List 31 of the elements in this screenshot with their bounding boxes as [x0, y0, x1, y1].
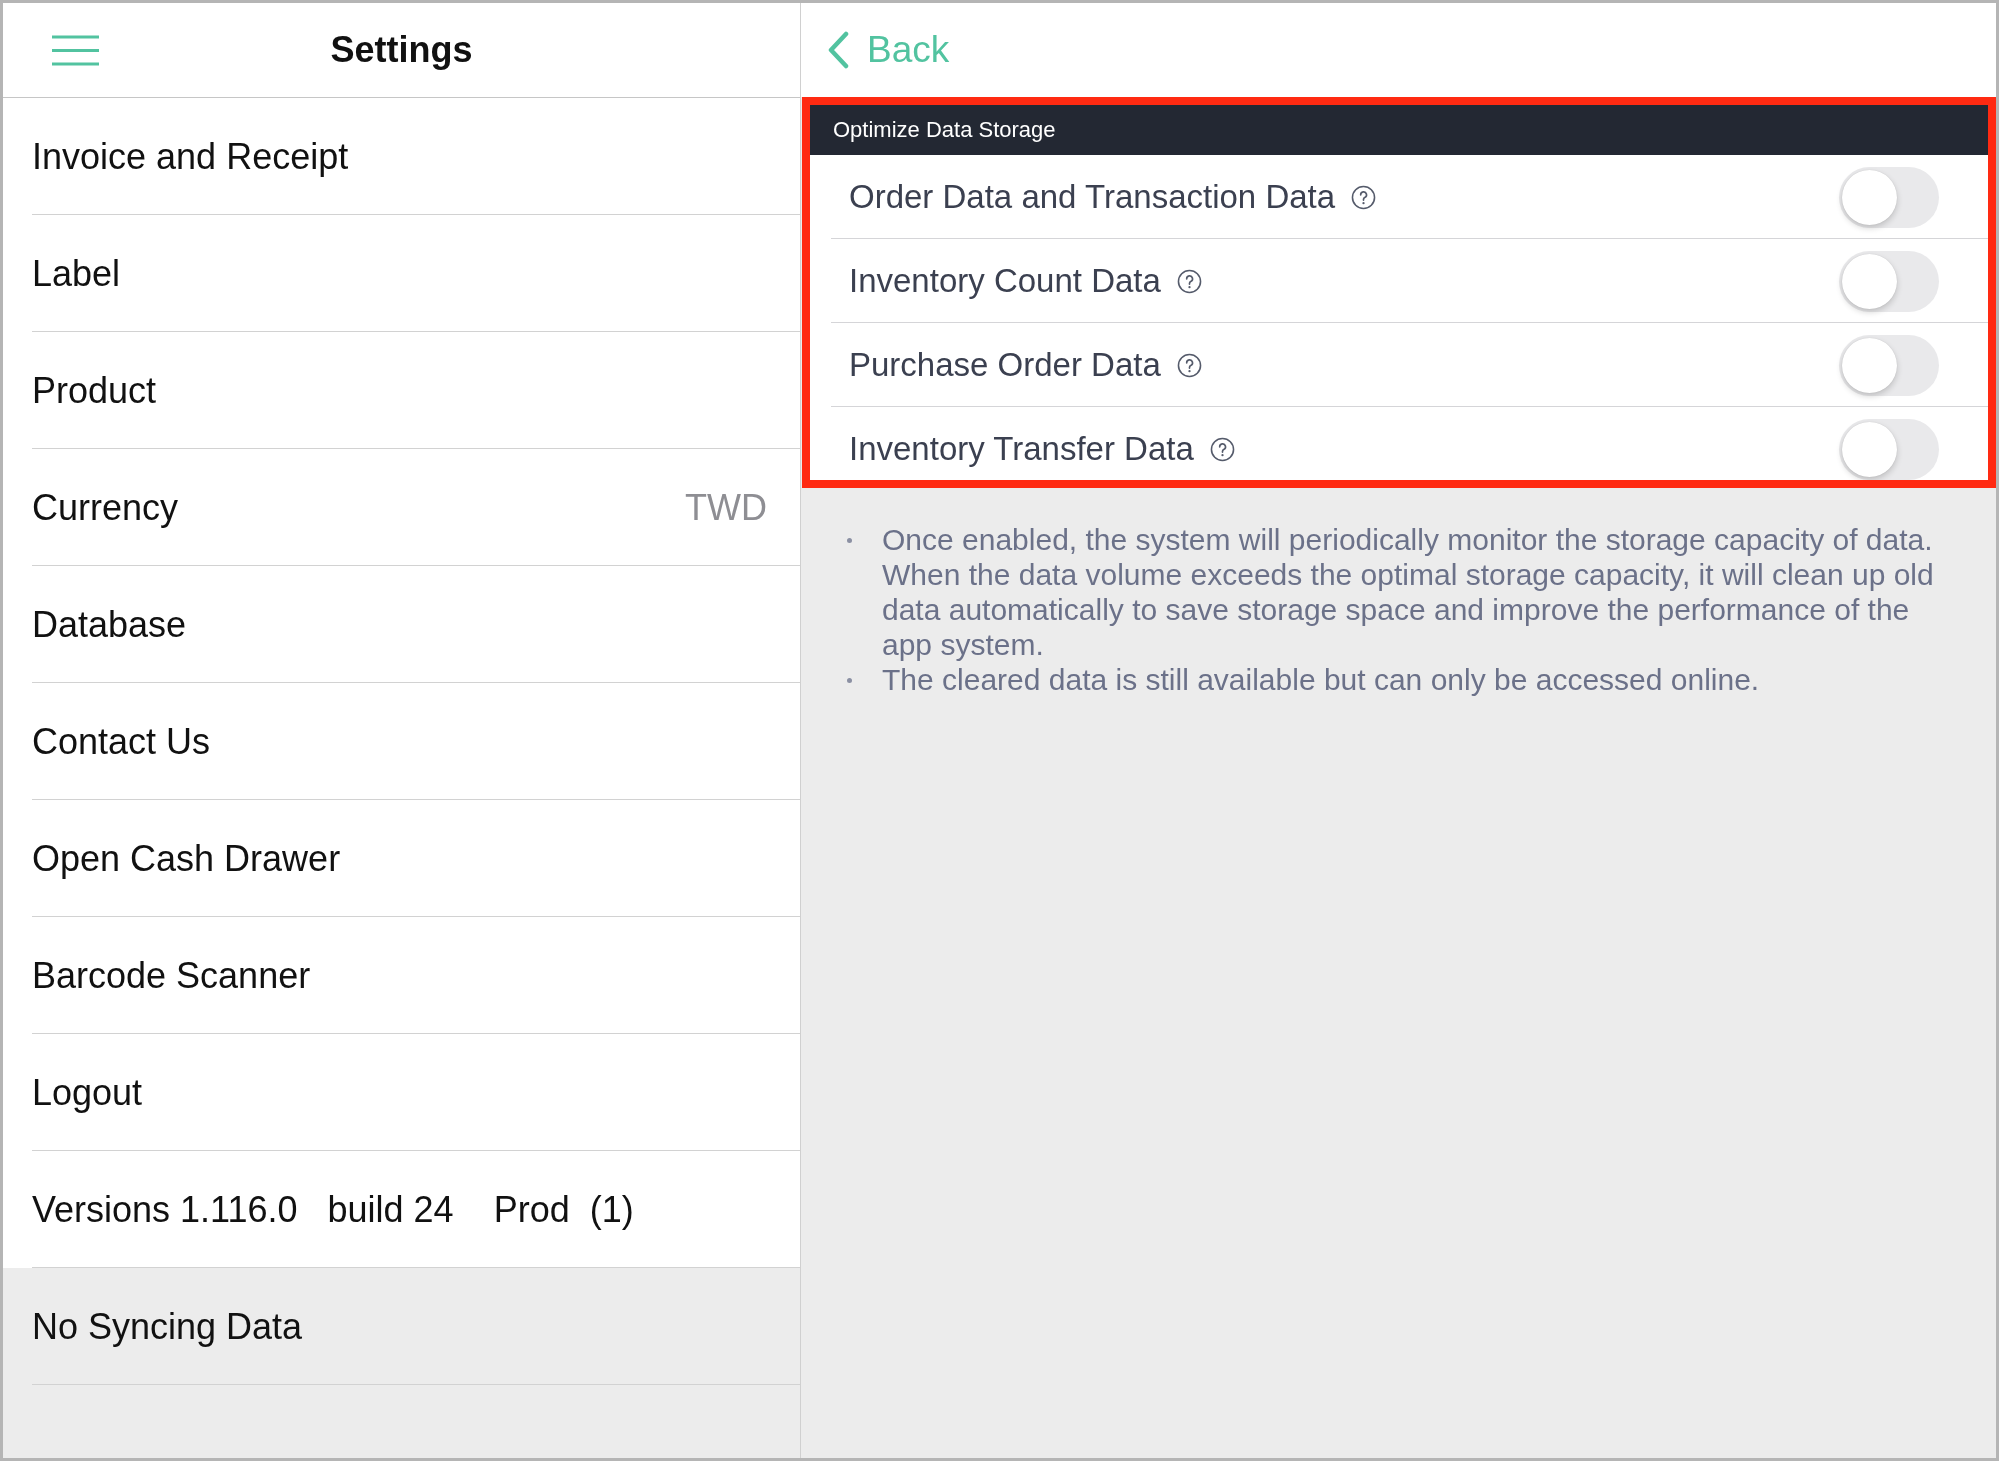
settings-item[interactable]: Label: [3, 215, 800, 332]
toggle-label: Order Data and Transaction Data: [849, 178, 1336, 216]
note-text: Once enabled, the system will periodically monitor the storage capacity of data. When the data volume exceeds the optimal storage capacity, it will clean up old data automatically to save storage space and improve the performance of the app system.: [882, 522, 1935, 662]
bullet-icon: [847, 538, 852, 543]
toggle-label: Inventory Count Data: [849, 262, 1161, 300]
settings-item[interactable]: Invoice and Receipt: [3, 98, 800, 215]
toggle-label: Inventory Transfer Data: [849, 430, 1194, 468]
settings-item[interactable]: Currency TWD: [3, 449, 800, 566]
help-icon[interactable]: [1209, 436, 1235, 462]
page-title: Settings: [330, 29, 473, 71]
toggle-switch[interactable]: [1839, 334, 1939, 396]
bullet-icon: [847, 678, 852, 683]
settings-item[interactable]: Product: [3, 332, 800, 449]
help-icon[interactable]: [1351, 184, 1377, 210]
menu-icon[interactable]: [52, 34, 99, 66]
toggle-switch[interactable]: [1839, 418, 1939, 480]
section-header: Optimize Data Storage: [810, 105, 1988, 155]
toggle-switch[interactable]: [1839, 166, 1939, 228]
toggle-switch[interactable]: [1839, 250, 1939, 312]
help-icon[interactable]: [1176, 268, 1202, 294]
settings-item[interactable]: Contact Us: [3, 683, 800, 800]
help-icon[interactable]: [1176, 352, 1202, 378]
settings-item[interactable]: Database: [3, 566, 800, 683]
toggle-label: Purchase Order Data: [849, 346, 1161, 384]
note-text: The cleared data is still available but can only be accessed online.: [882, 662, 1760, 697]
value-text: TWD: [685, 486, 767, 529]
version-text: Versions 1.116.0 build 24 Prod (1): [3, 1151, 800, 1268]
settings-item[interactable]: Barcode Scanner: [3, 917, 800, 1034]
settings-item[interactable]: Logout: [3, 1034, 800, 1151]
settings-item[interactable]: Open Cash Drawer: [3, 800, 800, 917]
chevron-left-icon[interactable]: [827, 31, 849, 69]
